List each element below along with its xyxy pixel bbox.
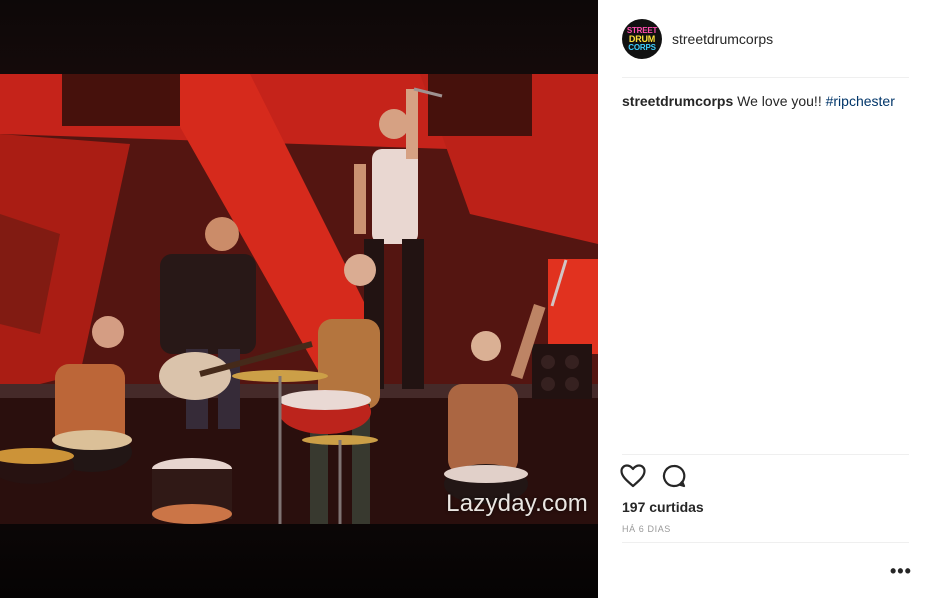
heart-icon[interactable] xyxy=(620,464,646,488)
footer-divider xyxy=(622,542,909,543)
concert-photo-illustration xyxy=(0,74,598,524)
comment-icon[interactable] xyxy=(662,464,686,488)
more-options-icon[interactable]: ••• xyxy=(890,562,912,580)
actions-divider xyxy=(622,454,909,455)
post-caption: streetdrumcorps We love you!! #ripcheste… xyxy=(622,92,909,110)
post-actions xyxy=(620,464,686,488)
caption-username-link[interactable]: streetdrumcorps xyxy=(622,93,733,109)
post-timestamp: HÁ 6 DIAS xyxy=(622,524,671,534)
username-link[interactable]: streetdrumcorps xyxy=(672,31,773,47)
hashtag-link[interactable]: #ripchester xyxy=(826,93,895,109)
avatar-logo-line: CORPS xyxy=(628,42,656,52)
header-divider xyxy=(622,77,909,78)
caption-text: We love you!! xyxy=(733,93,826,109)
likes-count[interactable]: 197 curtidas xyxy=(622,499,704,515)
post-sidebar: STREET DRUM CORPS streetdrumcorps street… xyxy=(598,0,933,598)
post-header: STREET DRUM CORPS streetdrumcorps xyxy=(622,18,773,60)
post-photo[interactable]: Lazyday.com xyxy=(0,74,598,524)
post-media[interactable]: Lazyday.com xyxy=(0,0,598,598)
avatar[interactable]: STREET DRUM CORPS xyxy=(622,19,662,59)
photo-watermark: Lazyday.com xyxy=(446,490,588,517)
